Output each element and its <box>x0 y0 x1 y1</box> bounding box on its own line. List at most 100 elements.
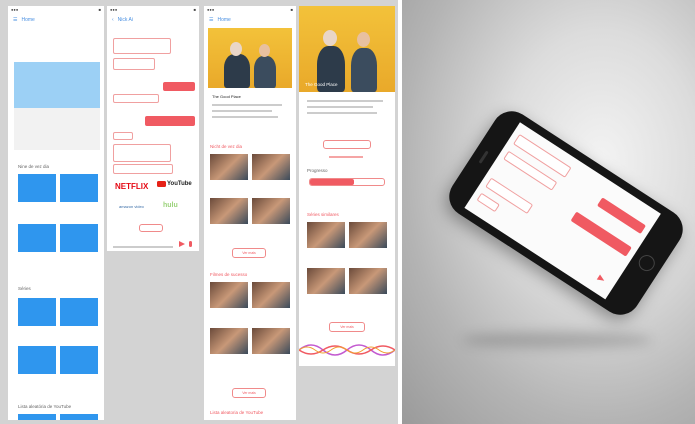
tile[interactable] <box>60 346 98 374</box>
video-card <box>14 108 100 150</box>
section-title: Lista aleatória de YouTube <box>18 404 72 409</box>
thumbnail[interactable] <box>210 328 248 354</box>
person-head <box>323 30 337 46</box>
tile[interactable] <box>60 224 98 252</box>
more-button[interactable]: Ver mais <box>232 388 266 398</box>
person <box>351 48 377 92</box>
description-line <box>307 100 383 102</box>
phone-shadow <box>462 332 652 348</box>
screen-title: Home <box>21 17 35 23</box>
description-line <box>212 110 272 112</box>
back-icon[interactable]: ‹ <box>112 17 114 23</box>
reply-bubble <box>145 116 195 126</box>
action-button[interactable] <box>323 140 371 149</box>
screen-home-blue: ●●●■ ☰ Home The Good Place · S1E01 Nine … <box>8 6 104 420</box>
section-title: Nine de vez dia <box>18 164 50 169</box>
mic-icon[interactable] <box>189 241 192 247</box>
message-bubble <box>113 164 173 174</box>
status-bar: ●●● ■ <box>110 7 196 12</box>
screen-title: Nick Ai <box>117 17 133 23</box>
section-title: Nicht de vez dia <box>210 144 243 149</box>
tile[interactable] <box>60 298 98 326</box>
thumbnail[interactable] <box>252 282 290 308</box>
description-line <box>212 104 282 106</box>
header: ‹ Nick Ai <box>107 14 199 26</box>
screen-title: Home <box>217 17 231 23</box>
message-bubble <box>113 38 171 54</box>
hulu-logo[interactable]: hulu <box>163 202 178 209</box>
secondary-action[interactable] <box>329 156 363 158</box>
thumbnail[interactable] <box>252 198 290 224</box>
thumbnail[interactable] <box>307 268 345 294</box>
tile[interactable] <box>18 346 56 374</box>
send-icon[interactable] <box>179 241 185 247</box>
progress-bar <box>309 178 385 186</box>
hero-image[interactable] <box>208 28 292 88</box>
section-title: Lista aleatoria de YouTube <box>210 410 264 415</box>
status-bar: ●●● ■ <box>11 7 101 12</box>
message-bubble <box>113 132 133 140</box>
phone-photo <box>402 0 695 424</box>
description-line <box>307 106 373 108</box>
thumbnail[interactable] <box>252 328 290 354</box>
tile[interactable] <box>18 414 56 420</box>
ok-button[interactable] <box>139 224 163 232</box>
earpiece <box>478 150 489 164</box>
progress-fill <box>310 179 355 185</box>
message-bubble <box>113 58 155 70</box>
input-field[interactable] <box>113 246 173 248</box>
hero-image[interactable]: The Good Place <box>299 6 395 92</box>
menu-icon[interactable]: ☰ <box>209 17 213 23</box>
reply-bubble <box>596 197 647 235</box>
screen-chat: ●●● ■ ‹ Nick Ai NETFLIX YouTube amazon vi… <box>107 6 199 251</box>
message-bubble <box>476 192 500 213</box>
thumbnail[interactable] <box>210 154 248 180</box>
thumbnail[interactable] <box>349 268 387 294</box>
phone <box>441 103 691 323</box>
thumbnail[interactable] <box>307 222 345 248</box>
phone-screen <box>464 122 661 300</box>
hero-title: The Good Place <box>305 82 338 87</box>
thumbnail[interactable] <box>210 282 248 308</box>
screen-show-detail: The Good Place Progresso Séries similare… <box>299 6 395 366</box>
home-button[interactable] <box>635 251 658 275</box>
menu-icon[interactable]: ☰ <box>13 17 17 23</box>
tile[interactable] <box>18 174 56 202</box>
header: ☰ Home <box>8 14 104 26</box>
person-head <box>357 32 370 47</box>
tile[interactable] <box>60 174 98 202</box>
section-title: Séries similares <box>307 212 339 217</box>
section-title: Séries <box>18 286 31 291</box>
thumbnail[interactable] <box>210 198 248 224</box>
reply-bubble <box>163 82 195 91</box>
screen-home-detail: ●●● ■ ☰ Home The Good Place Nicht de vez … <box>204 6 296 420</box>
tile[interactable] <box>18 298 56 326</box>
description-line <box>212 116 278 118</box>
person-head <box>230 42 242 56</box>
header: ☰ Home <box>204 14 296 26</box>
more-button[interactable]: Ver mais <box>232 248 266 258</box>
person <box>254 56 276 88</box>
video-player[interactable] <box>14 62 100 108</box>
thumbnail[interactable] <box>252 154 290 180</box>
message-bubble <box>113 144 171 162</box>
message-bubble <box>113 94 159 103</box>
section-title: Filmes de sucesso <box>210 272 248 277</box>
thumbnail[interactable] <box>349 222 387 248</box>
tile[interactable] <box>18 224 56 252</box>
mockup-collage: ●●●■ ☰ Home The Good Place · S1E01 Nine … <box>0 0 398 424</box>
description-line <box>307 112 377 114</box>
youtube-logo[interactable]: YouTube <box>157 181 192 187</box>
tile[interactable] <box>60 414 98 420</box>
more-button[interactable]: Ver mais <box>329 322 365 332</box>
netflix-logo[interactable]: NETFLIX <box>115 182 148 191</box>
person <box>224 54 250 88</box>
hero-title: The Good Place <box>212 94 241 99</box>
person-head <box>259 44 270 57</box>
progress-label: Progresso <box>307 168 328 173</box>
youtube-play-icon <box>157 181 166 187</box>
send-icon[interactable] <box>596 274 606 284</box>
amazon-logo[interactable]: amazon video <box>119 204 144 209</box>
status-bar: ●●● ■ <box>207 7 293 12</box>
voice-wave <box>299 344 395 356</box>
